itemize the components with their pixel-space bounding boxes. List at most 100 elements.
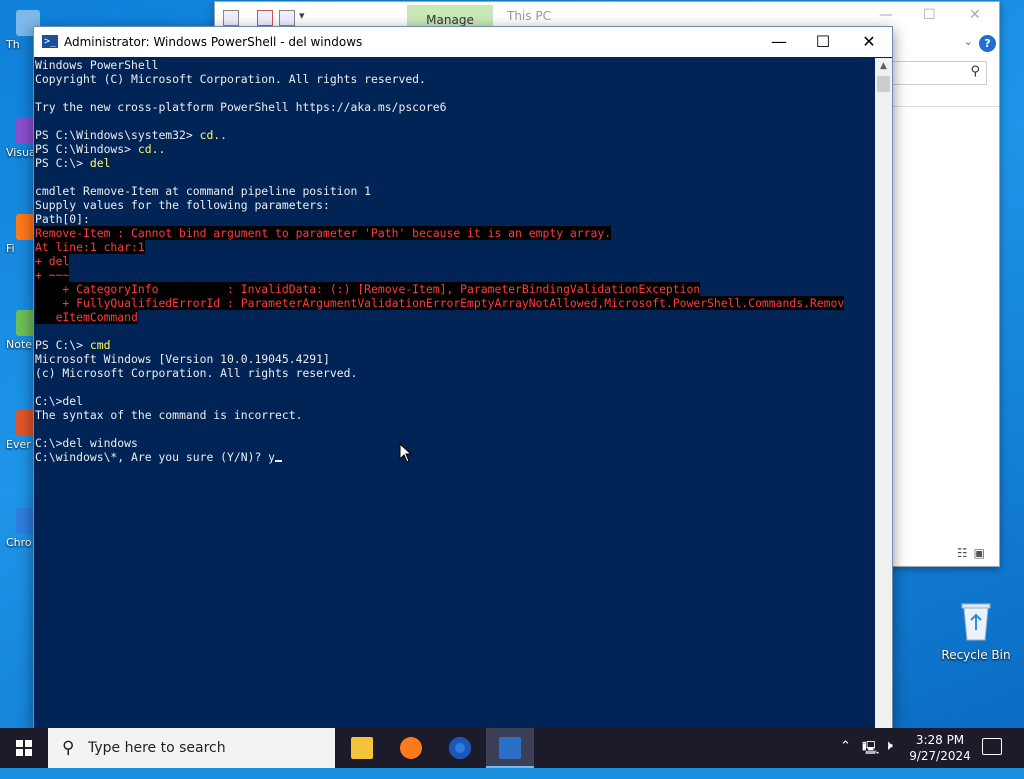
volume-icon[interactable]: 🕨 — [884, 738, 893, 778]
powershell-icon: >_ — [42, 35, 58, 48]
output-text: Path[0]: — [35, 212, 90, 226]
taskbar-app-firefox[interactable] — [387, 728, 435, 768]
windows-logo-icon — [16, 740, 32, 756]
taskbar-app-chrome[interactable] — [436, 728, 484, 768]
divider — [891, 106, 999, 107]
command-text: del — [89, 156, 111, 170]
console-line: Windows PowerShell — [34, 58, 874, 72]
prompt: PS C:\> — [35, 156, 90, 170]
explorer-title: This PC — [507, 9, 551, 23]
details-view-icon[interactable]: ☷ — [957, 546, 974, 560]
console-line: PS C:\Windows> cd.. — [34, 142, 874, 156]
network-icon[interactable]: 🖳 — [862, 739, 879, 779]
error-text: + FullyQualifiedErrorId : ParameterArgum… — [35, 296, 845, 310]
scrollbar-thumb[interactable] — [877, 76, 890, 92]
console-line: + FullyQualifiedErrorId : ParameterArgum… — [34, 296, 874, 310]
taskbar-app-powershell[interactable] — [486, 728, 534, 768]
file-explorer-icon — [351, 737, 373, 759]
console-line: PS C:\> del — [34, 156, 874, 170]
command-text: cd.. — [199, 128, 228, 142]
output-text: Try the new cross-platform PowerShell ht… — [35, 100, 447, 114]
output-text: C:\>del windows — [35, 436, 138, 450]
console-line: C:\windows\*, Are you sure (Y/N)? y — [34, 450, 874, 464]
clock-time: 3:28 PM — [915, 733, 965, 747]
prompt: PS C:\> — [35, 338, 90, 352]
start-button[interactable] — [0, 728, 48, 768]
firefox-icon — [400, 737, 422, 759]
search-icon: ⚲ — [62, 738, 75, 758]
close-button[interactable]: ✕ — [846, 27, 892, 57]
explorer-minimize-button[interactable]: — — [879, 7, 893, 23]
scrollbar[interactable]: ▲ — [875, 58, 892, 729]
powershell-window[interactable]: >_ Administrator: Windows PowerShell - d… — [33, 26, 893, 730]
view-toggle[interactable]: ☷▣ — [957, 546, 991, 560]
explorer-maximize-button[interactable]: ☐ — [923, 7, 936, 23]
console-line: Microsoft Windows [Version 10.0.19045.42… — [34, 352, 874, 366]
console-line: Path[0]: — [34, 212, 874, 226]
console-output[interactable]: Windows PowerShell Copyright (C) Microsof… — [34, 58, 874, 729]
output-text: C:\>del — [35, 394, 84, 408]
scroll-up-icon[interactable]: ▲ — [875, 58, 892, 75]
output-text: The syntax of the command is incorrect. — [35, 408, 303, 422]
console-line: The syntax of the command is incorrect. — [34, 408, 874, 422]
error-text: + CategoryInfo : InvalidData: (:) [Remov… — [35, 282, 701, 296]
console-line: PS C:\> cmd — [34, 338, 874, 352]
output-text: (c) Microsoft Corporation. All rights re… — [35, 366, 358, 380]
console-line: (c) Microsoft Corporation. All rights re… — [34, 366, 874, 380]
console-line: + CategoryInfo : InvalidData: (:) [Remov… — [34, 282, 874, 296]
console-line: Supply values for the following paramete… — [34, 198, 874, 212]
new-folder-icon[interactable] — [279, 10, 295, 26]
quick-access-dropdown-icon[interactable]: ▾ — [299, 9, 305, 22]
error-text: At line:1 char:1 — [35, 240, 145, 254]
console-line: + del — [34, 254, 874, 268]
console-line: cmdlet Remove-Item at command pipeline p… — [34, 184, 874, 198]
console-line: + ~~~ — [34, 268, 874, 282]
error-text: eItemCommand — [35, 310, 138, 324]
recycle-bin-shortcut[interactable]: Recycle Bin — [938, 600, 1014, 662]
explorer-close-button[interactable]: ✕ — [969, 7, 981, 23]
recycle-bin-icon — [959, 600, 993, 642]
minimize-button[interactable]: — — [756, 27, 802, 57]
console-line: C:\>del — [34, 394, 874, 408]
prompt: PS C:\Windows\system32> — [35, 128, 200, 142]
console-line: eItemCommand — [34, 310, 874, 324]
output-text: Copyright (C) Microsoft Corporation. All… — [35, 72, 426, 86]
clock[interactable]: 3:28 PM 9/27/2024 — [906, 732, 974, 764]
search-input[interactable]: ⚲ — [889, 61, 987, 85]
output-text: C:\windows\*, Are you sure (Y/N)? y — [35, 450, 276, 464]
command-text: cmd — [89, 338, 111, 352]
maximize-button[interactable]: ☐ — [800, 27, 846, 57]
output-text: Windows PowerShell — [35, 58, 159, 72]
window-title: Administrator: Windows PowerShell - del … — [64, 35, 363, 49]
powershell-titlebar[interactable]: >_ Administrator: Windows PowerShell - d… — [34, 27, 892, 57]
command-text: cd.. — [137, 142, 166, 156]
properties-icon[interactable] — [257, 10, 273, 26]
notifications-icon[interactable] — [982, 738, 1002, 755]
console-line: Remove-Item : Cannot bind argument to pa… — [34, 226, 874, 240]
chrome-icon — [449, 737, 471, 759]
computer-icon[interactable] — [223, 10, 239, 26]
taskbar: ⚲ Type here to search ⌃ 🖳 🕨 3:28 PM 9/27… — [0, 728, 1024, 768]
text-cursor — [275, 460, 283, 462]
taskbar-search-box[interactable]: ⚲ Type here to search — [48, 728, 335, 768]
recycle-bin-label: Recycle Bin — [941, 648, 1011, 662]
clock-date: 9/27/2024 — [909, 749, 971, 763]
console-line: C:\>del windows — [34, 436, 874, 450]
console-line: Try the new cross-platform PowerShell ht… — [34, 100, 874, 114]
taskbar-app-file-explorer[interactable] — [338, 728, 386, 768]
show-hidden-icons-icon[interactable]: ⌃ — [840, 739, 851, 779]
output-text: Supply values for the following paramete… — [35, 198, 330, 212]
console-line: PS C:\Windows\system32> cd.. — [34, 128, 874, 142]
powershell-icon — [499, 737, 521, 759]
prompt: PS C:\Windows> — [35, 142, 138, 156]
expand-ribbon-icon[interactable]: ⌄ — [964, 35, 973, 48]
error-text: Remove-Item : Cannot bind argument to pa… — [35, 226, 612, 240]
large-icons-view-icon[interactable]: ▣ — [974, 546, 991, 560]
output-text: cmdlet Remove-Item at command pipeline p… — [35, 184, 372, 198]
help-icon[interactable]: ? — [979, 35, 996, 52]
